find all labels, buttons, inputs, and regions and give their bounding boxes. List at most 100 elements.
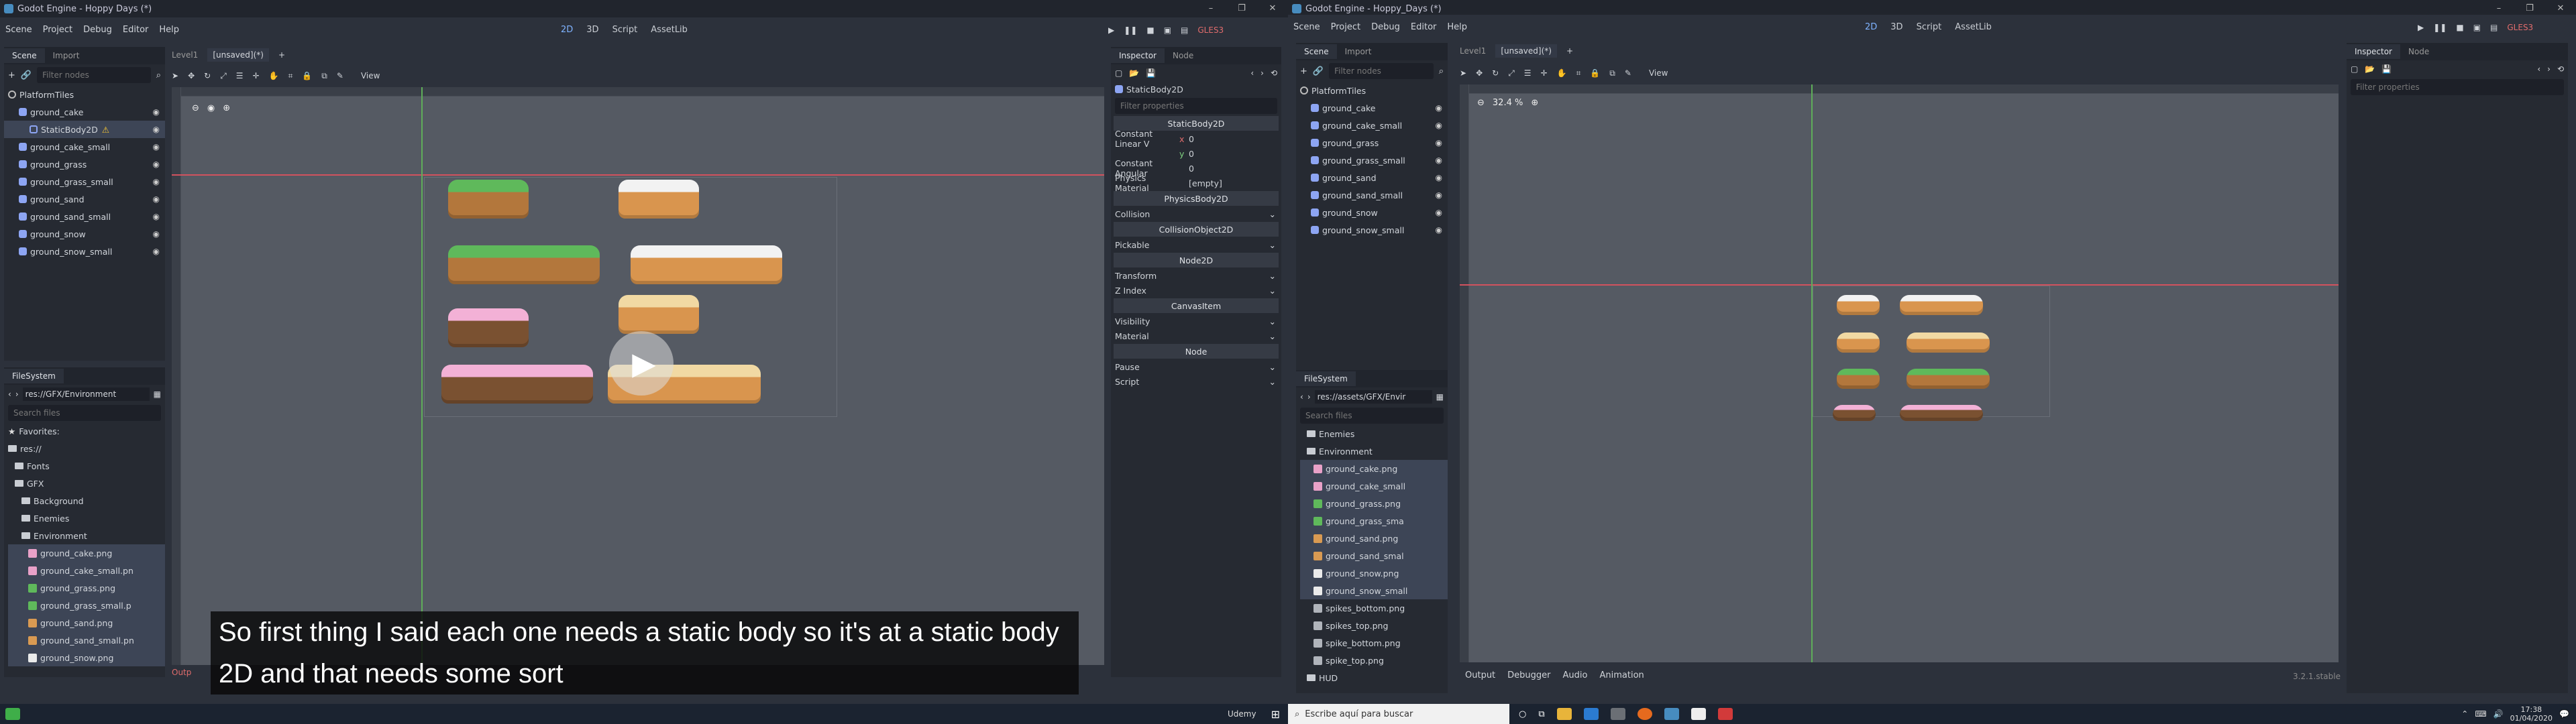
zoom-out-icon[interactable]: ⊖ bbox=[192, 103, 199, 113]
lock-icon[interactable]: 🔒 bbox=[302, 71, 312, 80]
history-icon[interactable]: ⟲ bbox=[2557, 64, 2564, 74]
menu-debug[interactable]: Debug bbox=[78, 25, 117, 35]
windows-start-icon[interactable]: ⊞ bbox=[1271, 708, 1280, 721]
forward-icon[interactable]: › bbox=[15, 389, 19, 399]
tile-snow-sprite[interactable] bbox=[631, 245, 782, 284]
tab-inspector[interactable]: Inspector bbox=[2347, 44, 2400, 59]
canvas-viewport[interactable]: ⊖ ◉ ⊕ ▶ bbox=[172, 87, 1104, 665]
menu-help[interactable]: Help bbox=[1442, 22, 1472, 32]
history-back-icon[interactable]: ‹ bbox=[1250, 68, 1254, 78]
tree-node[interactable]: ground_cake_small ◉ bbox=[4, 138, 165, 156]
tree-node[interactable]: ground_grass ◉ bbox=[1296, 134, 1448, 152]
snap-icon[interactable]: ⌗ bbox=[288, 71, 293, 81]
tile-snow-sprite[interactable] bbox=[619, 180, 699, 219]
file-item[interactable]: spike_bottom.png bbox=[1300, 634, 1448, 652]
godot-taskbar-icon[interactable] bbox=[1664, 708, 1679, 720]
volume-icon[interactable]: 🔊 bbox=[2493, 709, 2504, 719]
history-back-icon[interactable]: ‹ bbox=[2537, 64, 2540, 74]
select-tool-icon[interactable]: ➤ bbox=[1460, 68, 1466, 78]
notifications-icon[interactable]: 💬 bbox=[2559, 709, 2569, 719]
split-mode-icon[interactable]: ▦ bbox=[1436, 392, 1444, 402]
file-item[interactable]: ground_cake.png bbox=[1300, 460, 1448, 477]
workspace-2d[interactable]: 2D bbox=[555, 23, 578, 37]
back-icon[interactable]: ‹ bbox=[8, 389, 11, 399]
file-item[interactable]: spikes_top.png bbox=[1300, 617, 1448, 634]
file-item[interactable]: ground_sand_smal bbox=[1300, 547, 1448, 564]
add-node-icon[interactable]: + bbox=[8, 70, 15, 80]
visibility-icon[interactable]: ◉ bbox=[153, 177, 160, 186]
folder-item[interactable]: GFX bbox=[8, 475, 165, 492]
filter-properties-input[interactable]: Filter properties bbox=[2351, 79, 2564, 95]
app-icon[interactable] bbox=[5, 708, 20, 720]
tree-root[interactable]: PlatformTiles bbox=[4, 86, 165, 103]
file-item[interactable]: ground_snow.png bbox=[1300, 564, 1448, 582]
cortana-icon[interactable]: ○ bbox=[1519, 709, 1526, 719]
file-item[interactable]: ground_grass_small.p bbox=[8, 597, 165, 614]
pause-icon[interactable]: ❚❚ bbox=[2433, 23, 2447, 32]
property-group[interactable]: Material ⌄ bbox=[1111, 328, 1281, 343]
tab-output[interactable]: Outp bbox=[172, 668, 191, 677]
view-menu[interactable]: View bbox=[361, 71, 380, 80]
tree-node[interactable]: ground_cake ◉ bbox=[4, 103, 165, 121]
pause-icon[interactable]: ❚❚ bbox=[1124, 25, 1137, 35]
visibility-icon[interactable]: ◉ bbox=[1436, 225, 1442, 235]
notes-icon[interactable] bbox=[1690, 708, 1706, 720]
search-files-input[interactable]: Search files bbox=[8, 405, 161, 421]
file-item[interactable]: spike_top.png bbox=[1300, 652, 1448, 669]
tile-snow-sprite[interactable] bbox=[1837, 295, 1880, 315]
menu-editor[interactable]: Editor bbox=[1405, 22, 1442, 32]
menu-debug[interactable]: Debug bbox=[1366, 22, 1405, 32]
file-item[interactable]: ground_snow_small bbox=[1300, 582, 1448, 599]
rotate-tool-icon[interactable]: ↻ bbox=[204, 71, 211, 80]
link-icon[interactable]: 🔗 bbox=[1313, 66, 1324, 76]
fs-path[interactable]: res://assets/GFX/Envir bbox=[1314, 390, 1432, 404]
tab-scene[interactable]: Scene bbox=[4, 48, 45, 63]
save-resource-icon[interactable]: 💾 bbox=[2381, 64, 2392, 74]
terminal-icon[interactable] bbox=[1610, 708, 1625, 720]
add-tab-icon[interactable]: + bbox=[1566, 46, 1573, 56]
tab-import[interactable]: Import bbox=[1337, 44, 1380, 59]
visibility-icon[interactable]: ◉ bbox=[153, 194, 160, 204]
tree-root[interactable]: PlatformTiles bbox=[1296, 82, 1448, 99]
visibility-icon[interactable]: ◉ bbox=[1436, 156, 1442, 165]
list-select-icon[interactable]: ☰ bbox=[1524, 68, 1532, 78]
firefox-icon[interactable] bbox=[1637, 708, 1652, 720]
file-item[interactable]: ground_cake_small.pn bbox=[8, 562, 165, 579]
lock-icon[interactable]: 🔒 bbox=[1590, 68, 1600, 78]
forward-icon[interactable]: › bbox=[1307, 392, 1311, 402]
video-play-button[interactable]: ▶ bbox=[609, 331, 674, 396]
pan-tool-icon[interactable]: ✋ bbox=[1557, 68, 1567, 78]
menu-project[interactable]: Project bbox=[1326, 22, 1366, 32]
tile-grass-sprite[interactable] bbox=[1837, 369, 1880, 389]
property-group[interactable]: Pickable ⌄ bbox=[1111, 237, 1281, 252]
tab-debugger[interactable]: Debugger bbox=[1507, 670, 1550, 680]
workspace-3d[interactable]: 3D bbox=[1885, 20, 1908, 34]
workspace-script[interactable]: Script bbox=[607, 23, 643, 37]
filter-nodes-input[interactable]: Filter nodes bbox=[1329, 63, 1434, 79]
visibility-icon[interactable]: ◉ bbox=[153, 247, 160, 256]
visibility-icon[interactable]: ◉ bbox=[1436, 190, 1442, 200]
menu-help[interactable]: Help bbox=[154, 25, 184, 35]
skeleton-icon[interactable]: ✎ bbox=[1625, 68, 1631, 78]
tree-node[interactable]: ground_sand_small ◉ bbox=[1296, 186, 1448, 204]
tile-sand-sprite[interactable] bbox=[1837, 333, 1880, 353]
stop-icon[interactable]: ■ bbox=[1146, 25, 1154, 35]
filter-properties-input[interactable]: Filter properties bbox=[1115, 98, 1277, 114]
folder-item[interactable]: Enemies bbox=[8, 509, 165, 527]
menu-editor[interactable]: Editor bbox=[117, 25, 154, 35]
zoom-out-icon[interactable]: ⊖ bbox=[1477, 98, 1485, 108]
pivot-icon[interactable]: ✛ bbox=[253, 71, 260, 80]
file-item[interactable]: ground_sand_small.pn bbox=[8, 631, 165, 649]
rotate-tool-icon[interactable]: ↻ bbox=[1492, 68, 1499, 78]
property-group[interactable]: Transform ⌄ bbox=[1111, 268, 1281, 283]
add-tab-icon[interactable]: + bbox=[278, 50, 285, 60]
play-scene-icon[interactable]: ▣ bbox=[2473, 23, 2481, 32]
visibility-icon[interactable]: ◉ bbox=[1436, 138, 1442, 147]
zoom-level[interactable]: 32.4 % bbox=[1493, 98, 1523, 108]
folder-item[interactable]: Background bbox=[8, 492, 165, 509]
back-icon[interactable]: ‹ bbox=[1300, 392, 1303, 402]
folder-item[interactable]: ★ Favorites: bbox=[8, 422, 165, 440]
tree-node[interactable]: ground_sand ◉ bbox=[4, 190, 165, 208]
zoom-reset-icon[interactable]: ◉ bbox=[207, 103, 215, 113]
visibility-icon[interactable]: ◉ bbox=[1436, 121, 1442, 130]
